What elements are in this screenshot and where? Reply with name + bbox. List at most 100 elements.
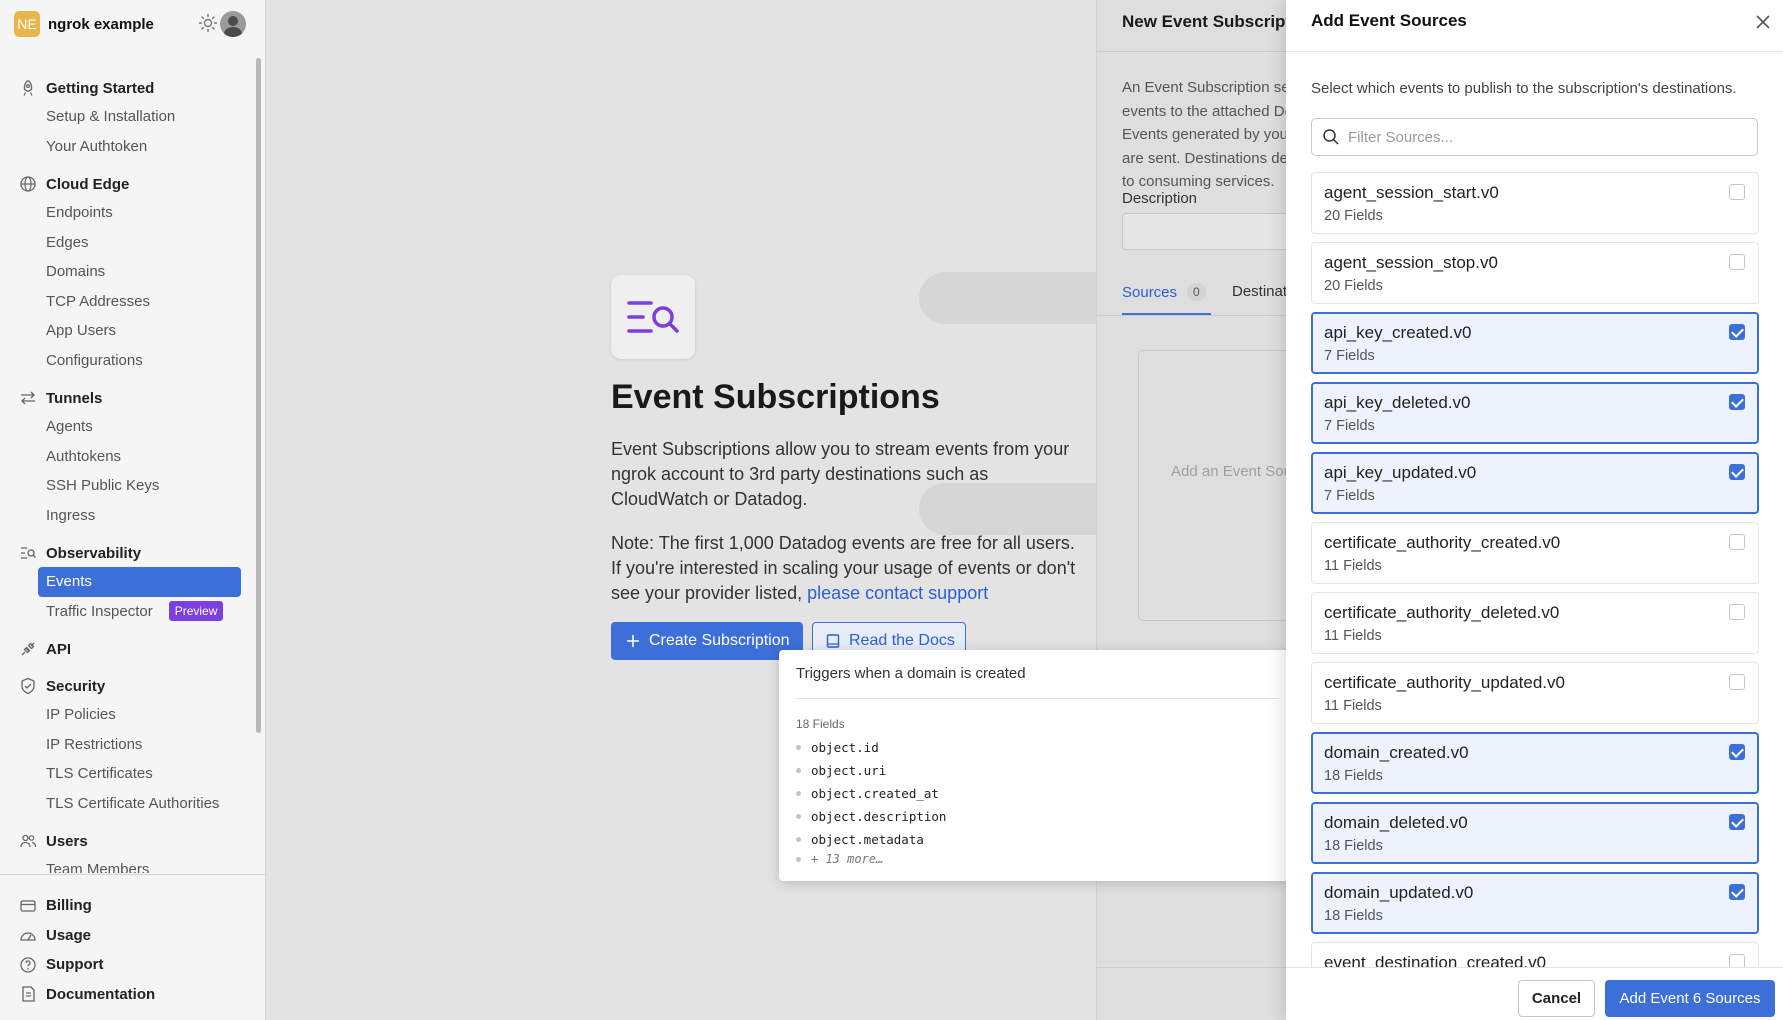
event-source-field-count: 11 Fields [1324, 628, 1382, 644]
note-text: Note: The first 1,000 Datadog events are… [611, 531, 1086, 606]
event-source-item[interactable]: event_destination_created.v0 [1311, 942, 1759, 967]
event-source-checkbox[interactable] [1729, 814, 1745, 830]
observability-icon [18, 543, 38, 563]
event-source-item[interactable]: api_key_created.v0 7 Fields [1311, 312, 1759, 374]
sidebar-item-ssh-public-keys[interactable]: SSH Public Keys [0, 471, 256, 501]
event-source-field-count: 18 Fields [1324, 768, 1383, 784]
create-subscription-button[interactable]: Create Subscription [611, 622, 803, 660]
event-source-item[interactable]: agent_session_start.v0 20 Fields [1311, 172, 1759, 234]
org-badge: NE [14, 11, 40, 37]
event-source-field-count: 7 Fields [1324, 348, 1375, 364]
event-source-checkbox[interactable] [1729, 884, 1745, 900]
sidebar-item-setup-installation[interactable]: Setup & Installation [0, 102, 256, 132]
event-source-field-count: 20 Fields [1324, 208, 1383, 224]
sidebar-item-endpoints[interactable]: Endpoints [0, 198, 256, 228]
event-source-checkbox[interactable] [1729, 254, 1745, 270]
event-source-name: domain_deleted.v0 [1324, 813, 1468, 832]
sidebar-item-edges[interactable]: Edges [0, 228, 256, 258]
nav-api[interactable]: API [0, 635, 256, 663]
sidebar-item-authtokens[interactable]: Authtokens [0, 442, 256, 472]
nav-cloud-edge-label: Cloud Edge [46, 175, 130, 193]
shield-icon [18, 676, 38, 696]
cancel-button[interactable]: Cancel [1518, 980, 1595, 1017]
event-source-checkbox[interactable] [1729, 184, 1745, 200]
nav-usage[interactable]: Usage [0, 921, 266, 951]
event-source-field-count: 20 Fields [1324, 278, 1383, 294]
sidebar-item-tls-certificate-authorities[interactable]: TLS Certificate Authorities [0, 789, 256, 819]
event-source-item[interactable]: api_key_deleted.v0 7 Fields [1311, 382, 1759, 444]
tab-sources[interactable]: Sources 0 [1122, 283, 1206, 301]
nav-billing[interactable]: Billing [0, 891, 266, 921]
event-source-checkbox[interactable] [1729, 464, 1745, 480]
nav-security[interactable]: Security [0, 672, 256, 700]
event-source-item[interactable]: certificate_authority_created.v0 11 Field… [1311, 522, 1759, 584]
nav-users-label: Users [46, 832, 88, 850]
tab-destinations[interactable]: Destinations [1232, 283, 1286, 300]
nav-group-observability: Observability Events Traffic Inspector P… [0, 539, 256, 626]
event-source-item[interactable]: domain_updated.v0 18 Fields [1311, 872, 1759, 934]
documentation-icon [18, 984, 38, 1004]
event-source-item[interactable]: certificate_authority_deleted.v0 11 Field… [1311, 592, 1759, 654]
sidebar-item-traffic-inspector[interactable]: Traffic Inspector Preview [0, 597, 256, 627]
divider [1286, 51, 1783, 52]
close-icon[interactable] [1753, 12, 1773, 32]
sidebar-item-events[interactable]: Events [38, 567, 241, 597]
drawer-description: Select which events to publish to the su… [1311, 80, 1737, 97]
sidebar-item-domains[interactable]: Domains [0, 257, 256, 287]
org-switcher[interactable]: NE ngrok example [14, 11, 154, 37]
nav-users[interactable]: Users [0, 827, 256, 855]
sources-empty-state: Add an Event Source [1138, 350, 1286, 621]
sidebar-item-tcp-addresses[interactable]: TCP Addresses [0, 287, 256, 317]
event-source-item[interactable]: certificate_authority_updated.v0 11 Field… [1311, 662, 1759, 724]
sidebar-item-configurations[interactable]: Configurations [0, 346, 256, 376]
event-source-field-count: 18 Fields [1324, 838, 1383, 854]
sidebar-item-team-members[interactable]: Team Members [0, 855, 256, 873]
event-source-item[interactable]: agent_session_stop.v0 20 Fields [1311, 242, 1759, 304]
sidebar-scrollbar[interactable] [256, 58, 261, 733]
event-source-name: certificate_authority_deleted.v0 [1324, 603, 1560, 622]
tab-sources-label: Sources [1122, 283, 1178, 301]
user-avatar[interactable] [220, 11, 246, 37]
description-input[interactable] [1122, 213, 1286, 250]
event-source-item[interactable]: domain_created.v0 18 Fields [1311, 732, 1759, 794]
tooltip-description: Triggers when a domain is created [796, 665, 1026, 682]
nav-group-security: Security IP Policies IP Restrictions TLS… [0, 672, 256, 818]
sidebar-item-tls-certificates[interactable]: TLS Certificates [0, 759, 256, 789]
sidebar-item-ip-policies[interactable]: IP Policies [0, 700, 256, 730]
event-source-checkbox[interactable] [1729, 954, 1745, 967]
nav-group-users: Users Team Members [0, 827, 256, 873]
nav-billing-label: Billing [46, 897, 92, 915]
event-source-checkbox[interactable] [1729, 744, 1745, 760]
nav-tunnels[interactable]: Tunnels [0, 384, 256, 412]
event-source-checkbox[interactable] [1729, 324, 1745, 340]
event-source-item[interactable]: domain_deleted.v0 18 Fields [1311, 802, 1759, 864]
event-source-checkbox[interactable] [1729, 394, 1745, 410]
source-details-tooltip: Triggers when a domain is created 18 Fie… [779, 650, 1304, 881]
contact-support-link[interactable]: please contact support [807, 583, 988, 603]
theme-toggle-icon[interactable] [198, 13, 218, 33]
nav-group-api: API [0, 635, 256, 663]
users-icon [18, 831, 38, 851]
event-source-item[interactable]: api_key_updated.v0 7 Fields [1311, 452, 1759, 514]
event-source-checkbox[interactable] [1729, 534, 1745, 550]
sidebar-item-ingress[interactable]: Ingress [0, 501, 256, 531]
sidebar-item-agents[interactable]: Agents [0, 412, 256, 442]
nav-observability[interactable]: Observability [0, 539, 256, 567]
sidebar-item-ip-restrictions[interactable]: IP Restrictions [0, 730, 256, 760]
sources-count-badge: 0 [1187, 283, 1206, 301]
event-source-checkbox[interactable] [1729, 604, 1745, 620]
search-icon [1323, 129, 1339, 145]
nav-documentation[interactable]: Documentation [0, 980, 266, 1010]
page-title: Event Subscriptions [611, 378, 940, 416]
sidebar-item-your-authtoken[interactable]: Your Authtoken [0, 132, 256, 162]
read-docs-label: Read the Docs [849, 632, 955, 649]
event-source-field-count: 7 Fields [1324, 418, 1375, 434]
sidebar-item-app-users[interactable]: App Users [0, 316, 256, 346]
nav-getting-started[interactable]: Getting Started [0, 74, 256, 102]
nav-support[interactable]: Support [0, 950, 266, 980]
add-event-sources-button[interactable]: Add Event 6 Sources [1605, 980, 1775, 1017]
nav-cloud-edge[interactable]: Cloud Edge [0, 170, 256, 198]
preview-badge: Preview [168, 601, 224, 622]
filter-sources-input[interactable] [1348, 128, 1748, 146]
event-source-checkbox[interactable] [1729, 674, 1745, 690]
